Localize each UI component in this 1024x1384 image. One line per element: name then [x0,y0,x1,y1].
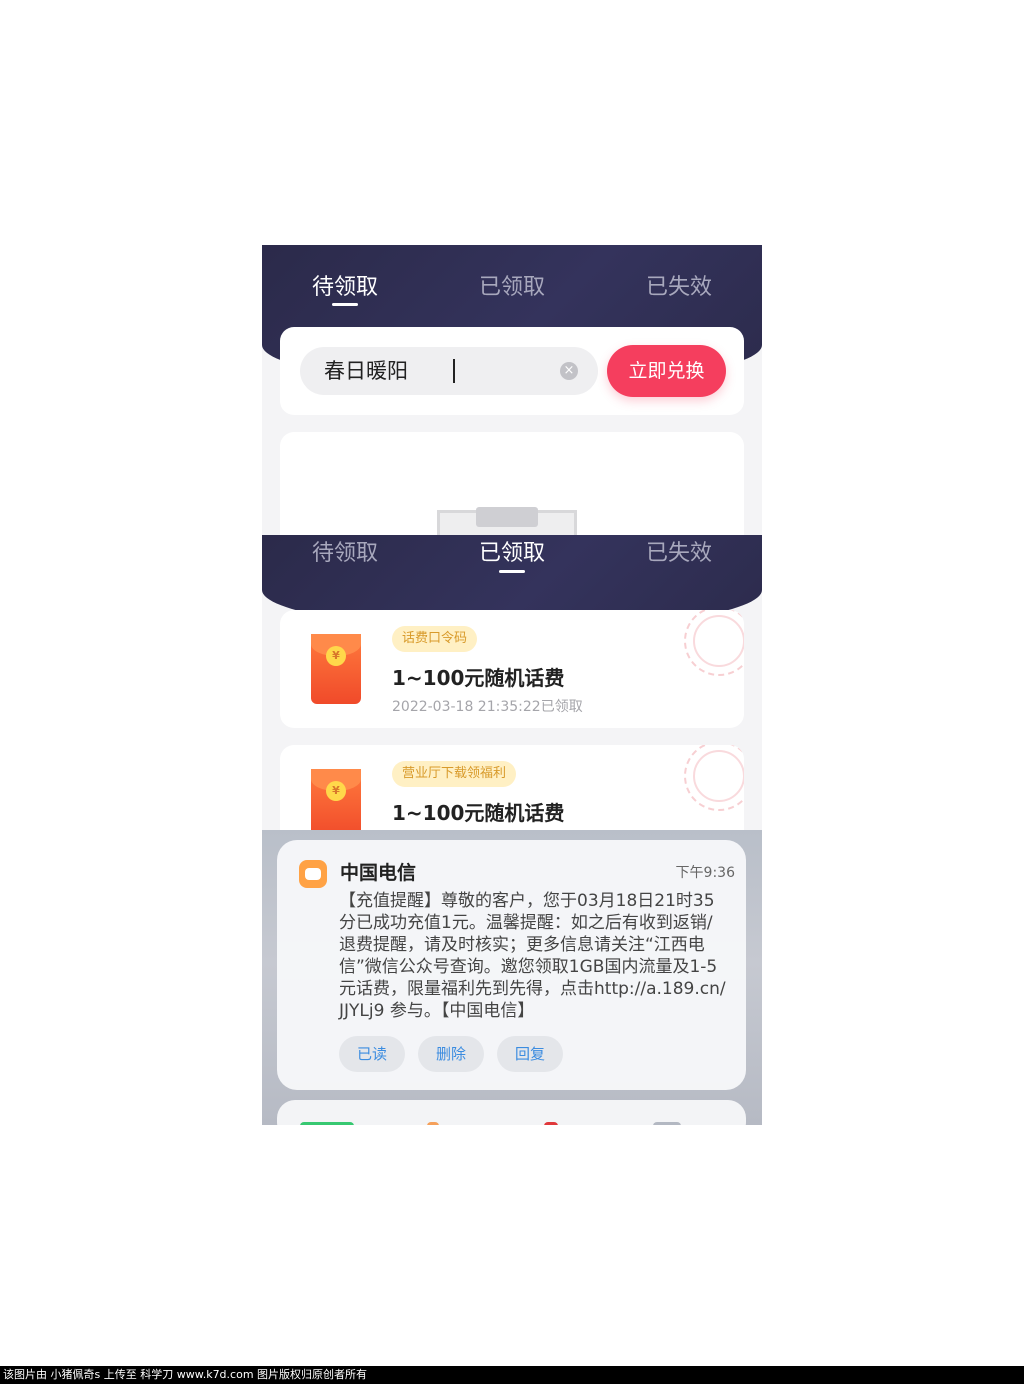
stamp-inner [693,615,744,667]
delete-button[interactable]: 删除 [418,1036,484,1072]
reply-button[interactable]: 回复 [497,1036,563,1072]
redeem-card: × 立即兑换 [280,327,744,415]
mark-read-button[interactable]: 已读 [339,1036,405,1072]
tab-expired[interactable]: 已失效 [629,535,729,567]
red-envelope-icon: ¥ [311,769,361,830]
tab-expired[interactable]: 已失效 [629,269,729,301]
received-stamp-icon [684,745,744,811]
notification-sender: 中国电信 [340,862,417,884]
next-notification-card[interactable] [277,1100,746,1125]
coupon-tag: 营业厅下载领福利 [392,761,517,787]
message-app-icon [299,860,327,888]
tab-pending[interactable]: 待领取 [295,269,395,301]
empty-box-lid [476,507,538,527]
sms-notification[interactable]: 中国电信 下午9:36 【充值提醒】尊敬的客户，您于03月18日21时35分已成… [277,840,746,1090]
tab-received[interactable]: 已领取 [462,535,562,567]
tab-active-indicator [499,570,525,573]
stamp-inner [693,750,744,802]
received-stamp-icon [684,610,744,676]
notification-panel: 中国电信 下午9:36 【充值提醒】尊敬的客户，您于03月18日21时35分已成… [262,830,762,1125]
redeem-code-input[interactable] [324,347,544,395]
coin-icon: ¥ [326,781,346,801]
redeem-button[interactable]: 立即兑换 [607,345,726,397]
text-caret [453,359,455,383]
red-envelope-icon: ¥ [311,634,361,704]
notification-time: 下午9:36 [675,865,735,881]
app-icon [427,1122,439,1125]
app-icon [544,1122,558,1125]
app-icon [300,1122,354,1125]
tab-received[interactable]: 已领取 [462,269,562,301]
empty-state-card [280,432,744,535]
tab-pending[interactable]: 待领取 [295,535,395,567]
message-bubble [305,868,321,880]
coupon-title: 1~100元随机话费 [392,666,565,690]
pending-panel: 待领取 已领取 已失效 × 立即兑换 [262,245,762,535]
tab-active-indicator [332,303,358,306]
coupon-tag: 话费口令码 [392,626,478,652]
coupon-date: 2022-03-18 21:35:22已领取 [392,699,583,715]
coupon-card[interactable]: ¥ 话费口令码 1~100元随机话费 2022-03-18 21:35:22已领… [280,610,744,728]
app-icon [653,1122,681,1125]
received-panel: 待领取 已领取 已失效 ¥ 话费口令码 1~100元随机话费 2022-03-1… [262,535,762,830]
redeem-code-field[interactable]: × [300,347,598,395]
notification-body: 【充值提醒】尊敬的客户，您于03月18日21时35分已成功充值1元。温馨提醒：如… [339,891,726,1021]
coupon-card[interactable]: ¥ 营业厅下载领福利 1~100元随机话费 [280,745,744,830]
coin-icon: ¥ [326,646,346,666]
clear-icon[interactable]: × [560,362,578,380]
watermark-footer: 该图片由 小猪佩奇s 上传至 科学刀 www.k7d.com 图片版权归原创者所… [0,1366,1024,1384]
coupon-title: 1~100元随机话费 [392,801,565,825]
